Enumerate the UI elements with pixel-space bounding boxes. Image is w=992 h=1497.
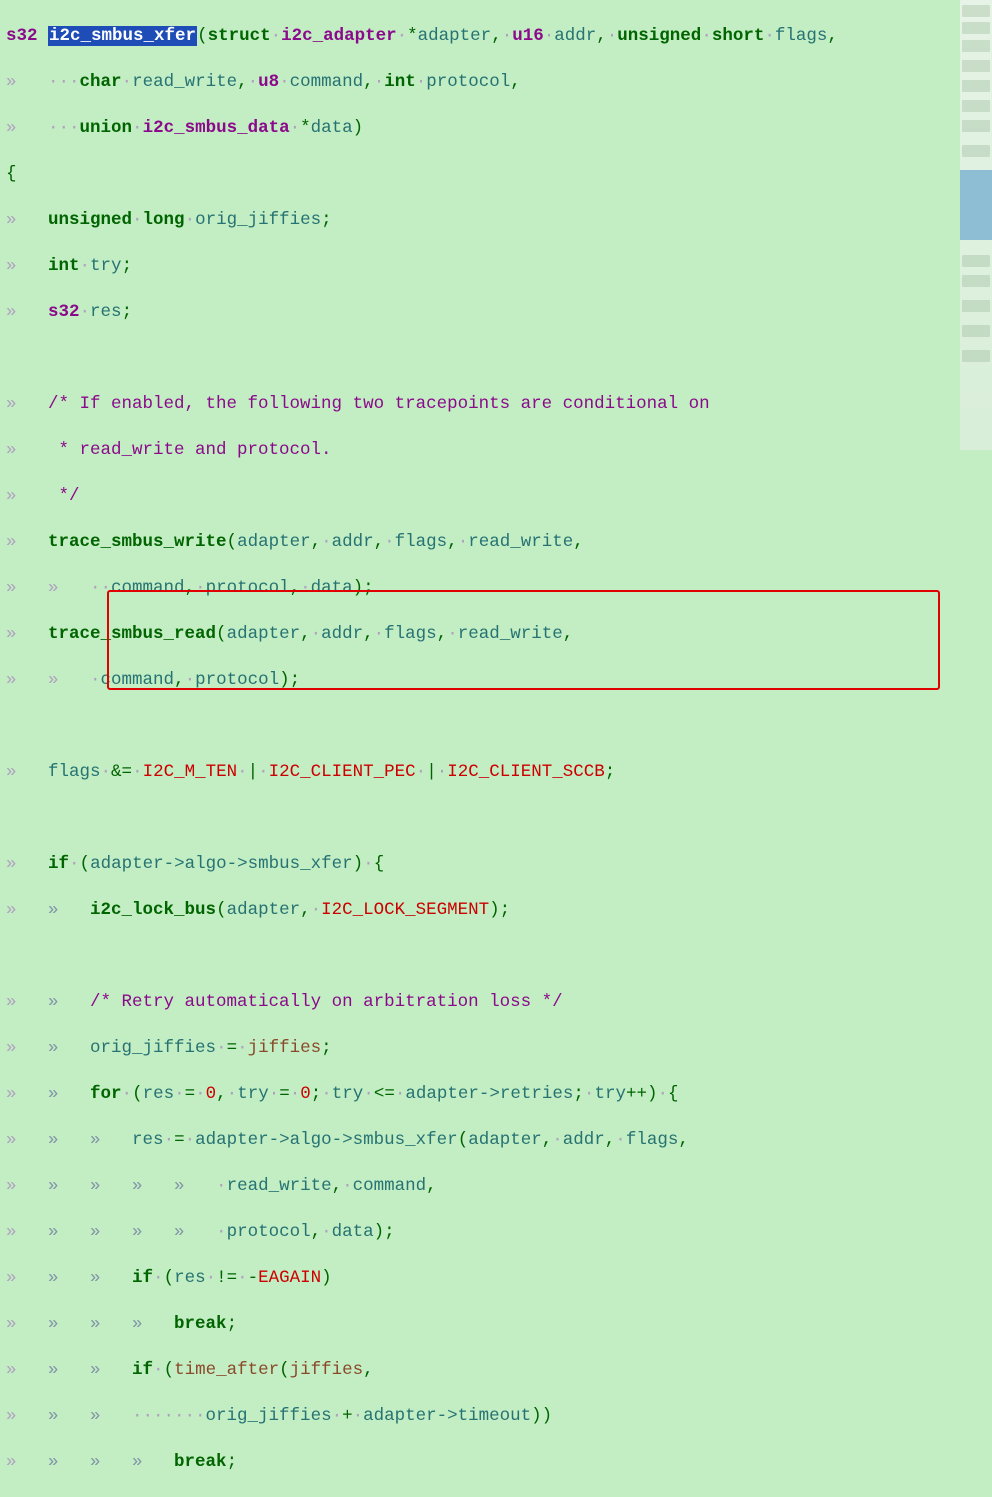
code-line: { (6, 163, 992, 186)
code-line: » trace_smbus_read(adapter,·addr,·flags,… (6, 623, 992, 646)
highlighted-function-name: i2c_smbus_xfer (48, 26, 197, 46)
code-line: » int·try; (6, 255, 992, 278)
code-line: » » » ·······orig_jiffies·+·adapter->tim… (6, 1405, 992, 1428)
code-line: » » orig_jiffies·=·jiffies; (6, 1037, 992, 1060)
code-line: » unsigned·long·orig_jiffies; (6, 209, 992, 232)
code-line: » s32·res; (6, 301, 992, 324)
code-line: » » /* Retry automatically on arbitratio… (6, 991, 992, 1014)
minimap[interactable] (960, 0, 992, 450)
code-line: » */ (6, 485, 992, 508)
code-line: » » » if·(res·!=·-EAGAIN) (6, 1267, 992, 1290)
code-line: » » i2c_lock_bus(adapter,·I2C_LOCK_SEGME… (6, 899, 992, 922)
code-line: » » » » » ·protocol,·data); (6, 1221, 992, 1244)
code-line: » » ··command,·protocol,·data); (6, 577, 992, 600)
code-line: » ···union·i2c_smbus_data·*data) (6, 117, 992, 140)
code-line: » » ·command,·protocol); (6, 669, 992, 692)
code-line: » » » » » ·read_write,·command, (6, 1175, 992, 1198)
code-line: » » » res·=·adapter->algo->smbus_xfer(ad… (6, 1129, 992, 1152)
code-line: » ···char·read_write,·u8·command,·int·pr… (6, 71, 992, 94)
code-line (6, 945, 992, 968)
code-line (6, 715, 992, 738)
code-line: » /* If enabled, the following two trace… (6, 393, 992, 416)
code-editor[interactable]: s32 i2c_smbus_xfer(struct·i2c_adapter·*a… (0, 0, 992, 1497)
code-line: » flags·&=·I2C_M_TEN·|·I2C_CLIENT_PEC·|·… (6, 761, 992, 784)
code-line: » * read_write and protocol. (6, 439, 992, 462)
code-line: » trace_smbus_write(adapter,·addr,·flags… (6, 531, 992, 554)
code-line: s32 i2c_smbus_xfer(struct·i2c_adapter·*a… (6, 25, 992, 48)
minimap-viewport[interactable] (960, 170, 992, 240)
code-line: » » » » break; (6, 1451, 992, 1474)
code-line: » » » if·(time_after(jiffies, (6, 1359, 992, 1382)
code-line (6, 347, 992, 370)
code-line: » » for·(res·=·0,·try·=·0;·try·<=·adapte… (6, 1083, 992, 1106)
code-line: » » » » break; (6, 1313, 992, 1336)
code-line (6, 807, 992, 830)
code-line: » if·(adapter->algo->smbus_xfer)·{ (6, 853, 992, 876)
